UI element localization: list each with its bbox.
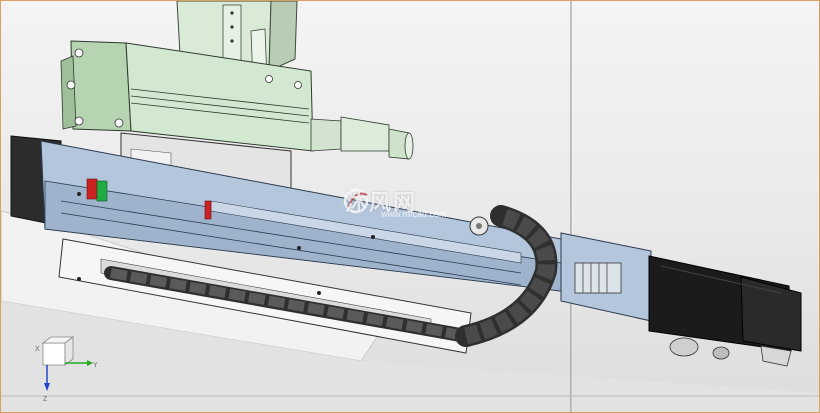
watermark-subtext: www.mfcad.com (381, 209, 447, 219)
y-axis-label: Y (93, 362, 98, 369)
x-axis-label: X (35, 346, 40, 353)
shaft-coupling[interactable] (560, 232, 652, 322)
cad-viewport[interactable]: X Y Z 沐风网 www.mfcad.com (0, 0, 820, 413)
cylinder-shaft[interactable] (310, 116, 414, 160)
z-axis-label: Z (43, 396, 48, 403)
servo-motor[interactable] (648, 255, 802, 367)
